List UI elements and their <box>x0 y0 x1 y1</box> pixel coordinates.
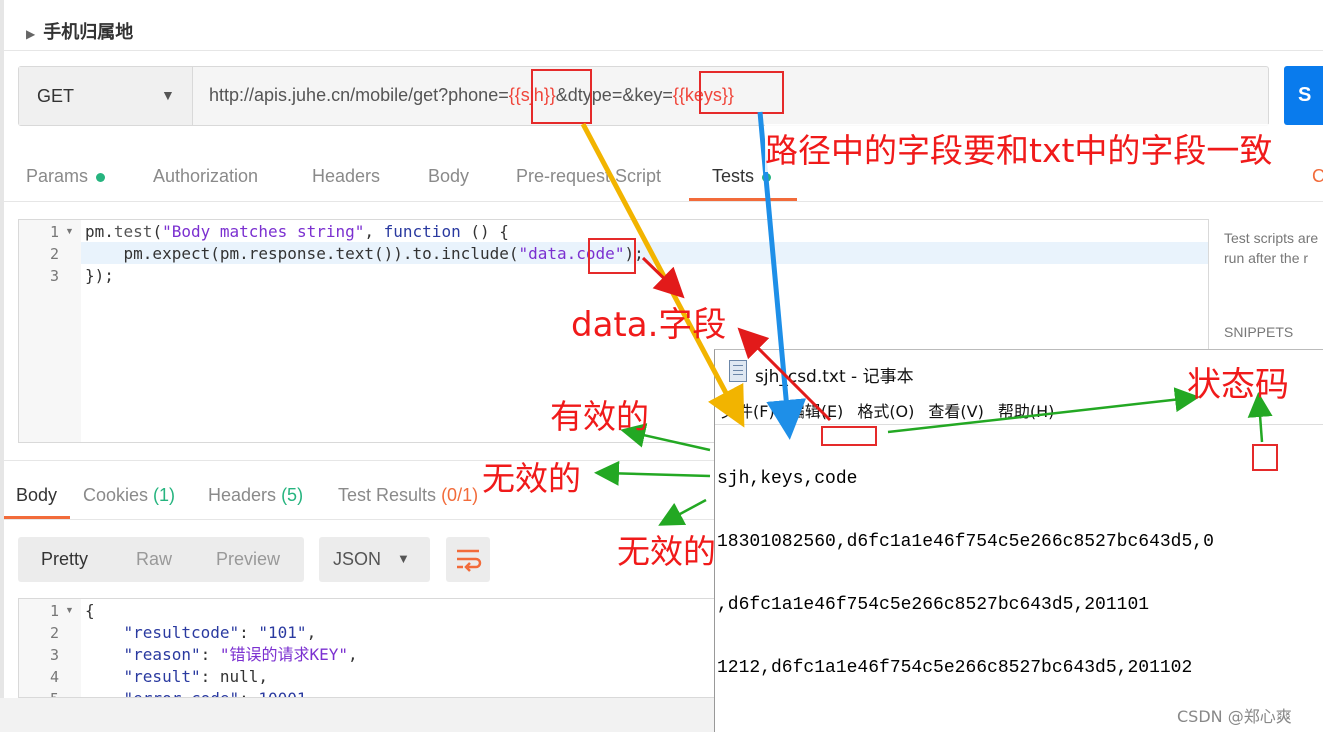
annotation-valid: 有效的 <box>550 397 649 436</box>
annotation-invalid-1: 无效的 <box>482 459 581 498</box>
arrow-green-invalid2 <box>658 498 707 526</box>
annotation-path-note: 路径中的字段要和txt中的字段一致 <box>765 124 1273 172</box>
arrow-green-invalid1 <box>594 460 711 486</box>
arrow-green-status2 <box>1247 392 1273 443</box>
annotation-status-code: 状态码 <box>1187 365 1289 405</box>
postman-window: { "request": { "name": "手机归属地", "method"… <box>0 0 1323 732</box>
arrow-green-status <box>887 387 1200 434</box>
annotation-arrows <box>580 111 1273 526</box>
annotation-data-field: data.字段 <box>571 305 727 345</box>
arrow-yellow <box>580 122 745 428</box>
annotation-invalid-2: 无效的 <box>617 532 716 571</box>
